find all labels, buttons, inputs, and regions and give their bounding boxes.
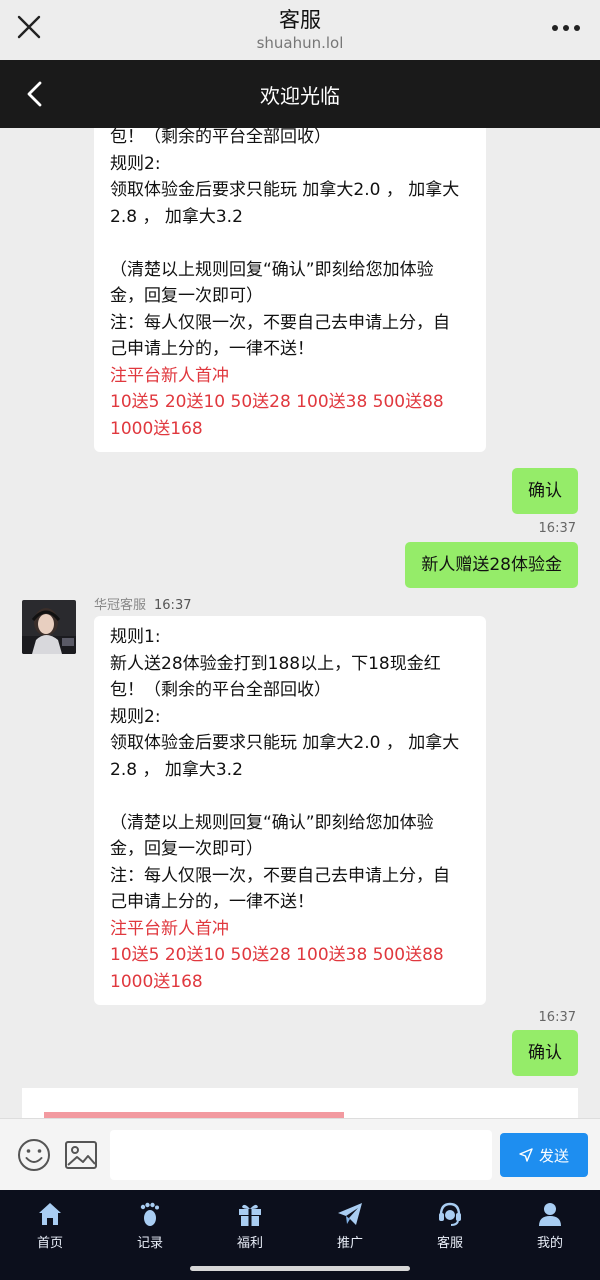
chat-area[interactable]: 包！（剩余的平台全部回收） 规则2: 领取体验金后要求只能玩 加拿大2.0 ， … [0, 128, 600, 1118]
send-button[interactable]: 发送 [500, 1133, 588, 1177]
nav-item-mine[interactable]: 我的 [500, 1190, 600, 1252]
user-icon [539, 1203, 561, 1226]
outgoing-message: 确认 [512, 468, 578, 514]
message-line: 注：每人仅限一次，不要自己去申请上分，自 [110, 865, 450, 886]
browser-title: 客服 [279, 8, 321, 32]
message-line: 包！（剩余的平台全部回收） [110, 680, 331, 700]
home-indicator[interactable] [190, 1266, 410, 1271]
message-timestamp: 16:37 [538, 521, 576, 536]
message-line: 规则1: [110, 627, 161, 647]
incoming-message: 规则1: 新人送28体验金打到188以上，下18现金红 包！（剩余的平台全部回收… [94, 616, 486, 1005]
incoming-message: 包！（剩余的平台全部回收） 规则2: 领取体验金后要求只能玩 加拿大2.0 ， … [94, 128, 486, 452]
browser-url: shuahun.lol [256, 34, 344, 52]
nav-item-records[interactable]: 记录 [100, 1190, 200, 1252]
message-input[interactable] [110, 1130, 492, 1180]
send-icon [519, 1148, 533, 1162]
message-line: 金，回复一次即可） [110, 286, 263, 306]
message-line: 领取体验金后要求只能玩 加拿大2.0 ， 加拿大 [110, 180, 460, 200]
message-timestamp: 16:37 [538, 1010, 576, 1025]
nav-label: 推广 [336, 1236, 363, 1251]
promo-line: 注平台新人首冲 [110, 365, 229, 386]
promo-line: 10送5 20送10 50送28 100送38 500送88 [110, 945, 444, 965]
message-line: （清楚以上规则回复“确认”即刻给您加体验 [110, 812, 434, 833]
nav-label: 记录 [136, 1236, 163, 1251]
promo-line: 1000送168 [110, 418, 203, 439]
sender-info: 华冠客服 16:37 [94, 594, 191, 613]
nav-item-welfare[interactable]: 福利 [200, 1190, 300, 1252]
promo-line: 1000送168 [110, 971, 203, 992]
promo-line: 注平台新人首冲 [110, 918, 229, 939]
outgoing-message: 新人赠送28体验金 [405, 542, 578, 588]
sender-time: 16:37 [154, 598, 192, 613]
message-line: 己申请上分的，一律不送！ [110, 339, 314, 359]
nav-label: 福利 [236, 1236, 263, 1251]
gift-icon [239, 1204, 261, 1226]
nav-item-home[interactable]: 首页 [0, 1190, 100, 1252]
message-line: 2.8 ， 加拿大3.2 [110, 759, 243, 780]
browser-top-bar: 客服 shuahun.lol [0, 0, 600, 60]
sender-name: 华冠客服 [94, 598, 147, 613]
message-line: 新人送28体验金打到188以上，下18现金红 [110, 653, 441, 674]
message-line: 包！（剩余的平台全部回收） [110, 128, 331, 147]
message-line: （清楚以上规则回复“确认”即刻给您加体验 [110, 259, 434, 280]
message-line [110, 783, 470, 810]
message-line: 规则2: [110, 153, 161, 174]
home-icon [39, 1203, 61, 1225]
bottom-nav: 首页 记录 福利 推广 客服 我的 [0, 1190, 600, 1252]
image-icon[interactable] [64, 1139, 98, 1171]
outgoing-message: 确认 [512, 1030, 578, 1076]
nav-label: 客服 [436, 1236, 463, 1251]
page-title: 欢迎光临 [260, 84, 340, 108]
message-line [110, 230, 470, 257]
emoji-icon[interactable] [16, 1137, 52, 1173]
message-line: 金，回复一次即可） [110, 839, 263, 859]
headset-icon [439, 1202, 461, 1226]
promo-line: 10送5 20送10 50送28 100送38 500送88 [110, 392, 444, 412]
message-line: 2.8 ， 加拿大3.2 [110, 206, 243, 227]
message-line: 注：每人仅限一次，不要自己去申请上分，自 [110, 312, 450, 333]
promo-banner[interactable] [22, 1088, 578, 1118]
nav-label: 首页 [36, 1236, 63, 1251]
nav-item-promote[interactable]: 推广 [300, 1190, 400, 1252]
message-line: 领取体验金后要求只能玩 加拿大2.0 ， 加拿大 [110, 733, 460, 753]
paper-plane-icon [338, 1203, 362, 1225]
nav-item-service[interactable]: 客服 [400, 1190, 500, 1252]
page-header: 欢迎光临 [0, 60, 600, 128]
home-indicator-bar [0, 1252, 600, 1280]
avatar[interactable] [22, 600, 76, 654]
message-line: 规则2: [110, 706, 161, 727]
nav-label: 我的 [536, 1236, 563, 1251]
footprint-icon [140, 1202, 159, 1226]
more-icon[interactable] [550, 14, 582, 42]
send-label: 发送 [538, 1146, 569, 1165]
message-line: 己申请上分的，一律不送！ [110, 892, 314, 912]
message-input-bar: 发送 [0, 1118, 600, 1190]
